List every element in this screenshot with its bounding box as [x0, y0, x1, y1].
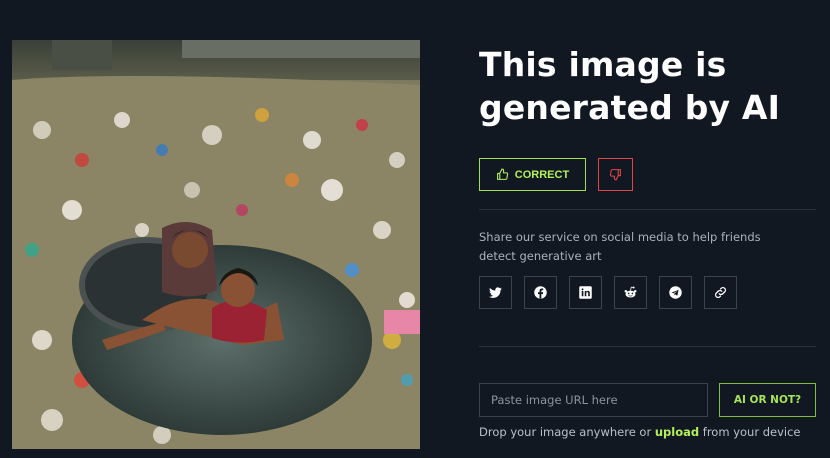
headline-line-2: generated by AI: [479, 88, 781, 127]
share-telegram-button[interactable]: [659, 276, 692, 309]
social-share-buttons: [479, 276, 737, 309]
url-check-row: AI OR NOT?: [479, 383, 816, 417]
correct-label: CORRECT: [514, 168, 570, 181]
headline-line-1: This image is: [479, 45, 727, 84]
share-facebook-button[interactable]: [524, 276, 557, 309]
result-panel: This image is generated by AI CORRECT Sh…: [479, 40, 816, 439]
twitter-icon: [489, 287, 502, 298]
upload-link[interactable]: upload: [655, 425, 699, 439]
drop-suffix: from your device: [702, 425, 801, 439]
divider: [479, 346, 816, 347]
correct-button[interactable]: CORRECT: [479, 158, 586, 191]
link-icon: [715, 287, 726, 298]
incorrect-button[interactable]: [598, 158, 633, 191]
analyzed-image: [12, 40, 420, 449]
telegram-icon: [669, 286, 682, 299]
result-headline: This image is generated by AI: [479, 43, 816, 129]
divider: [479, 209, 816, 210]
drop-prefix: Drop your image anywhere or: [479, 425, 652, 439]
share-reddit-button[interactable]: [614, 276, 647, 309]
image-url-input[interactable]: [479, 383, 708, 417]
thumbs-down-icon: [609, 169, 621, 181]
share-twitter-button[interactable]: [479, 276, 512, 309]
feedback-buttons: CORRECT: [479, 158, 633, 191]
reddit-icon: [624, 286, 637, 298]
linkedin-icon: [579, 286, 592, 299]
ai-or-not-button[interactable]: AI OR NOT?: [719, 383, 816, 417]
drop-instructions: Drop your image anywhere or upload from …: [479, 425, 801, 439]
copy-link-button[interactable]: [704, 276, 737, 309]
share-text: Share our service on social media to hel…: [479, 230, 761, 263]
facebook-icon: [534, 286, 547, 299]
thumbs-up-icon: [496, 168, 508, 180]
share-linkedin-button[interactable]: [569, 276, 602, 309]
